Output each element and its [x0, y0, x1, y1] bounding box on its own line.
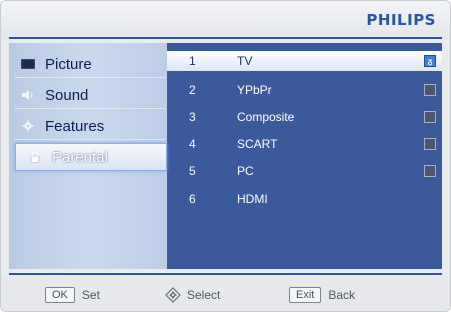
- row-number: 4: [189, 137, 196, 151]
- header: PHILIPS: [1, 1, 450, 39]
- row-label: Composite: [237, 110, 295, 124]
- row-label: PC: [237, 164, 254, 178]
- lock-checkbox[interactable]: [424, 111, 436, 123]
- top-divider: [9, 37, 442, 39]
- lock-mark: ᵹ: [427, 56, 433, 66]
- row-number: 1: [189, 54, 196, 68]
- sidebar: Picture Sound Features Parental: [9, 43, 167, 269]
- tv-menu-screen: PHILIPS Picture Sound Features Parental …: [0, 0, 451, 312]
- list-item[interactable]: 2 YPbPr: [167, 80, 442, 100]
- speaker-icon: [21, 88, 35, 102]
- menu-panel: Picture Sound Features Parental 1 TV ᵹ 2…: [9, 43, 442, 269]
- lock-checkbox[interactable]: [424, 84, 436, 96]
- list-item[interactable]: 6 HDMI: [167, 189, 442, 209]
- select-hint-label: Select: [187, 288, 221, 302]
- sidebar-item-label: Sound: [45, 86, 89, 104]
- hint-ok: OK Set: [45, 287, 100, 303]
- sidebar-item-label: Parental: [52, 148, 108, 166]
- input-source-list: 1 TV ᵹ 2 YPbPr 3 Composite 4 SCART 5 PC …: [167, 43, 442, 269]
- list-item[interactable]: 1 TV ᵹ: [167, 51, 442, 71]
- sidebar-divider: [15, 108, 165, 109]
- hint-exit: Exit Back: [289, 287, 355, 303]
- gear-icon: [21, 119, 35, 133]
- ok-key: OK: [45, 287, 75, 303]
- exit-hint-label: Back: [328, 288, 356, 302]
- navigation-diamond-icon: [165, 287, 181, 303]
- brand-logo: PHILIPS: [366, 11, 436, 29]
- row-number: 2: [189, 83, 196, 97]
- list-item[interactable]: 5 PC: [167, 161, 442, 181]
- row-label: SCART: [237, 137, 278, 151]
- sidebar-item-picture[interactable]: Picture: [9, 49, 167, 79]
- row-number: 5: [189, 164, 196, 178]
- list-item[interactable]: 3 Composite: [167, 107, 442, 127]
- sidebar-item-label: Features: [45, 117, 105, 135]
- sidebar-item-sound[interactable]: Sound: [9, 80, 167, 110]
- row-number: 6: [189, 192, 196, 206]
- sidebar-item-parental[interactable]: Parental: [15, 143, 167, 171]
- row-label: HDMI: [237, 192, 268, 206]
- lock-checkbox[interactable]: [424, 138, 436, 150]
- list-item[interactable]: 4 SCART: [167, 134, 442, 154]
- lock-checkbox[interactable]: ᵹ: [424, 55, 436, 67]
- sidebar-item-label: Picture: [45, 55, 92, 73]
- footer-hints: OK Set Select Exit Back: [1, 277, 450, 311]
- bottom-divider: [9, 273, 442, 275]
- sidebar-divider: [15, 77, 165, 78]
- sidebar-divider: [15, 139, 165, 140]
- lock-icon: [28, 150, 42, 164]
- row-label: TV: [237, 54, 253, 68]
- monitor-icon: [21, 57, 35, 71]
- hint-select: Select: [165, 287, 220, 303]
- sidebar-item-features[interactable]: Features: [9, 111, 167, 141]
- row-label: YPbPr: [237, 83, 272, 97]
- exit-key: Exit: [289, 287, 322, 303]
- row-number: 3: [189, 110, 196, 124]
- ok-hint-label: Set: [81, 288, 100, 302]
- lock-checkbox[interactable]: [424, 165, 436, 177]
